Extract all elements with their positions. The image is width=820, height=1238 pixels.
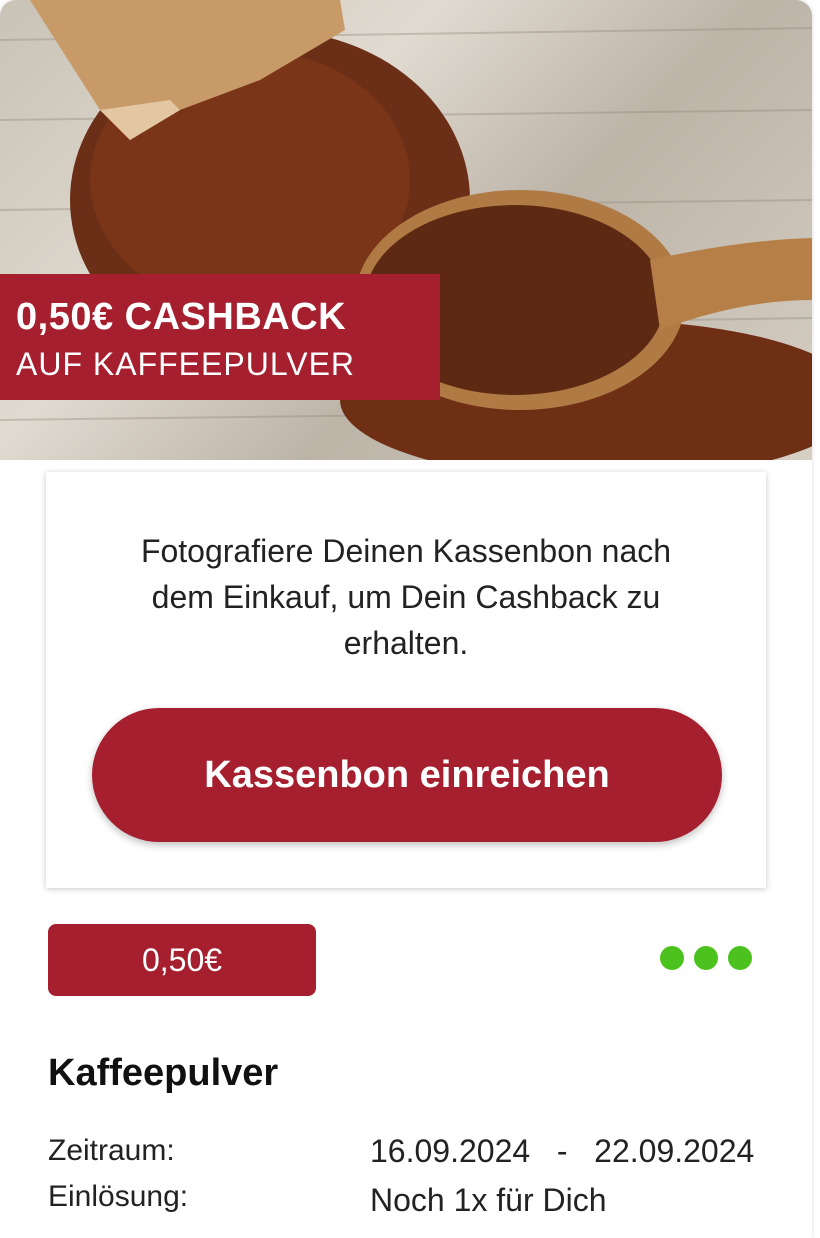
instruction-panel: Fotografiere Deinen Kassenbon nach dem E…	[46, 472, 766, 888]
cashback-banner: 0,50€ CASHBACK AUF KAFFEEPULVER	[0, 274, 440, 400]
period-value: 16.09.2024 - 22.09.2024	[370, 1133, 755, 1169]
cashback-amount-badge: 0,50€	[48, 924, 316, 996]
status-dot	[728, 946, 752, 970]
redemption-value: Noch 1x für Dich	[370, 1182, 607, 1218]
redemption-label: Einlösung:	[48, 1180, 189, 1213]
status-dot	[694, 946, 718, 970]
banner-subline: AUF KAFFEEPULVER	[16, 346, 356, 382]
banner-headline: 0,50€ CASHBACK	[16, 296, 347, 338]
period-label: Zeitraum:	[48, 1134, 175, 1167]
offer-card: 0,50€ CASHBACK AUF KAFFEEPULVER Fotograf…	[0, 0, 812, 1238]
hero-image-coffee: 0,50€ CASHBACK AUF KAFFEEPULVER	[0, 0, 812, 460]
more-options-dots[interactable]	[660, 946, 752, 974]
submit-receipt-button[interactable]: Kassenbon einreichen	[92, 708, 722, 842]
product-title: Kaffeepulver	[48, 1052, 279, 1094]
status-dot	[660, 946, 684, 970]
instruction-text: Fotografiere Deinen Kassenbon nach dem E…	[140, 533, 672, 661]
